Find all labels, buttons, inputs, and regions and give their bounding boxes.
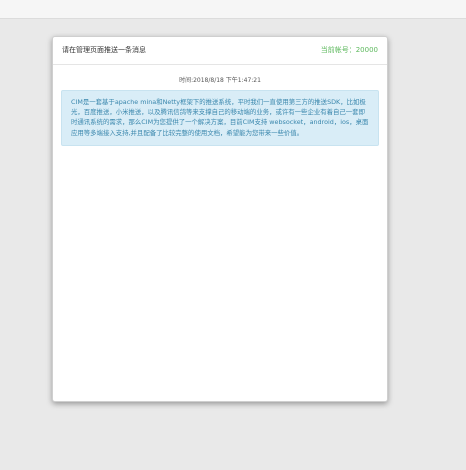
account-value: 20000 [355,46,378,54]
message-time: 时间:2018/8/18 下午1:47:21 [53,75,387,84]
browser-top-bar [0,0,466,19]
time-value: 2018/8/18 下午1:47:21 [193,77,261,84]
message-bubble: CIM是一套基于apache mina和Netty框架下的推送系统，平时我们一直… [61,90,379,146]
time-label: 时间: [179,77,194,84]
current-account: 当前帐号：20000 [321,45,378,55]
message-item: 时间:2018/8/18 下午1:47:21 CIM是一套基于apache mi… [53,75,387,146]
panel-title: 请在管理页面推送一条消息 [62,46,146,54]
account-label: 当前帐号： [320,46,356,54]
panel-header: 请在管理页面推送一条消息 当前帐号：20000 [53,37,387,65]
message-panel: 请在管理页面推送一条消息 当前帐号：20000 时间:2018/8/18 下午1… [52,36,388,402]
